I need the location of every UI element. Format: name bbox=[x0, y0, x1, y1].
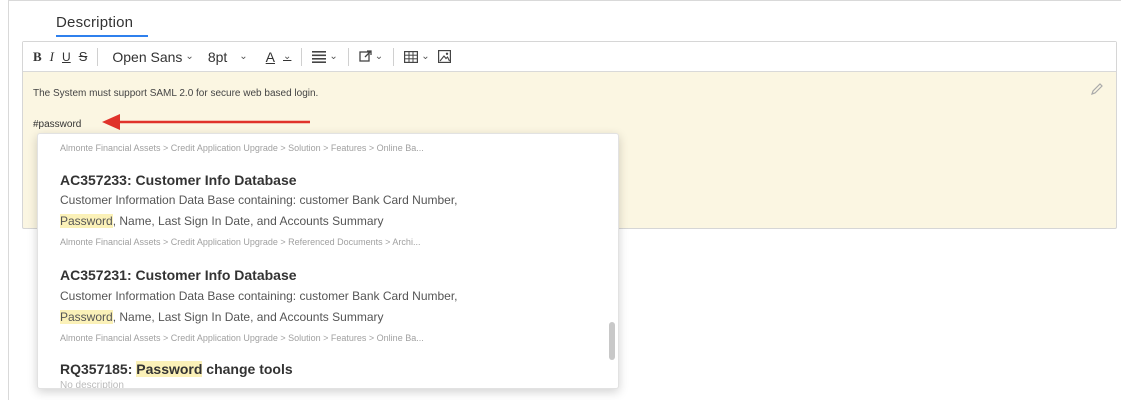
image-icon bbox=[437, 50, 451, 63]
chevron-down-icon: ⌄ bbox=[239, 51, 248, 62]
suggestion-description: Customer Information Data Base containin… bbox=[60, 289, 458, 303]
italic-button[interactable]: I bbox=[46, 46, 58, 68]
suggestion-description-rest: , Name, Last Sign In Date, and Accounts … bbox=[112, 310, 384, 324]
insert-link-select[interactable]: ⌄ bbox=[355, 46, 387, 68]
suggestion-id: RQ357185: bbox=[60, 361, 137, 377]
strikethrough-button[interactable]: S bbox=[75, 46, 92, 68]
font-color-select[interactable]: A ⌄ bbox=[262, 46, 296, 68]
insert-image-button[interactable] bbox=[434, 46, 455, 68]
suggestion-path: Almonte Financial Assets > Credit Applic… bbox=[60, 333, 424, 343]
mention-suggestion-dropdown[interactable]: Almonte Financial Assets > Credit Applic… bbox=[37, 133, 619, 389]
insert-table-select[interactable]: ⌄ bbox=[400, 46, 433, 68]
suggestion-description: No description bbox=[60, 380, 124, 389]
font-family-select[interactable]: Open Sans ⌄ bbox=[104, 46, 197, 68]
chevron-down-icon: ⌄ bbox=[283, 51, 292, 62]
pencil-icon[interactable] bbox=[1090, 82, 1104, 96]
external-link-icon bbox=[359, 50, 372, 62]
search-highlight: Password bbox=[60, 310, 113, 324]
suggestion-description: Password, Name, Last Sign In Date, and A… bbox=[60, 310, 383, 324]
font-size-select[interactable]: 8pt ⌄ bbox=[204, 46, 252, 68]
editor-text-line: The System must support SAML 2.0 for sec… bbox=[33, 88, 319, 99]
toolbar-divider bbox=[97, 47, 99, 66]
bold-button[interactable]: B bbox=[29, 46, 46, 68]
mention-query: #password bbox=[33, 119, 82, 130]
chevron-down-icon: ⌄ bbox=[185, 51, 194, 62]
dropdown-scrollbar[interactable] bbox=[609, 322, 615, 360]
red-arrow-annotation bbox=[102, 114, 310, 130]
suggestion-path: Almonte Financial Assets > Credit Applic… bbox=[60, 143, 424, 153]
underline-button[interactable]: U bbox=[58, 46, 75, 68]
toolbar-divider bbox=[301, 47, 303, 66]
search-highlight: Password bbox=[136, 361, 203, 377]
search-highlight: Password bbox=[60, 214, 113, 228]
suggestion-description-rest: , Name, Last Sign In Date, and Accounts … bbox=[112, 214, 384, 228]
align-icon bbox=[312, 50, 327, 63]
font-family-value: Open Sans bbox=[112, 48, 183, 65]
tab-bar: Description bbox=[0, 0, 1121, 38]
suggestion-path: Almonte Financial Assets > Credit Applic… bbox=[60, 237, 421, 247]
table-icon bbox=[404, 50, 419, 63]
font-size-value: 8pt bbox=[207, 48, 228, 65]
chevron-down-icon: ⌄ bbox=[374, 51, 384, 62]
toolbar-divider bbox=[393, 47, 395, 66]
align-select[interactable]: ⌄ bbox=[308, 46, 341, 68]
suggestion-title-rest: change tools bbox=[202, 361, 293, 377]
font-color-glyph: A bbox=[265, 48, 276, 65]
suggestion-title: AC357233: Customer Info Database bbox=[60, 172, 297, 188]
chevron-down-icon: ⌄ bbox=[329, 51, 338, 62]
toolbar-divider bbox=[347, 47, 349, 66]
chevron-down-icon: ⌄ bbox=[421, 51, 430, 62]
editor-toolbar: B I U S Open Sans ⌄ 8pt ⌄ A ⌄ ⌄ ⌄ ⌄ bbox=[23, 42, 1116, 72]
active-tab-indicator bbox=[56, 35, 148, 37]
tab-description[interactable]: Description bbox=[56, 14, 133, 31]
suggestion-title: AC357231: Customer Info Database bbox=[60, 267, 297, 283]
suggestion-title: RQ357185: Password change tools bbox=[60, 361, 293, 377]
suggestion-description: Password, Name, Last Sign In Date, and A… bbox=[60, 214, 383, 228]
suggestion-description: Customer Information Data Base containin… bbox=[60, 193, 458, 207]
